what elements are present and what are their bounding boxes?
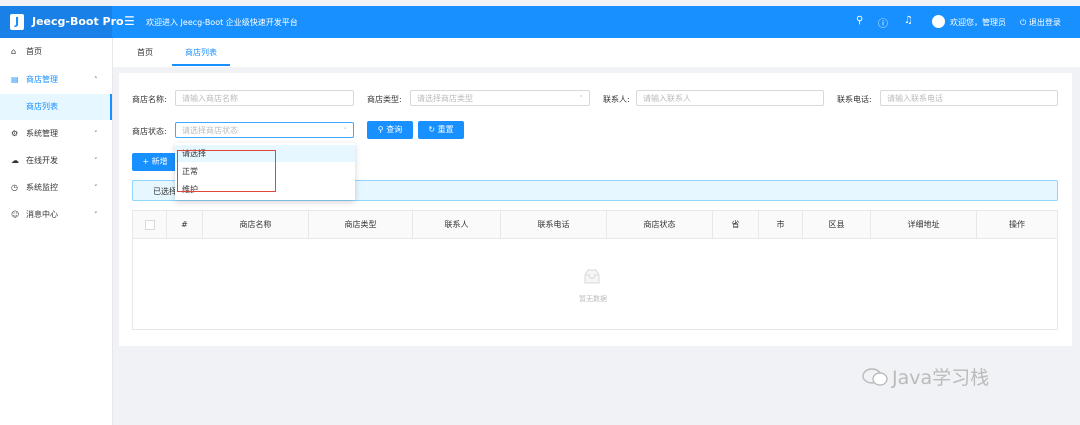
chevron-down-icon: ˅ (94, 211, 98, 219)
sidebar-item-system-management[interactable]: ⚙ 系统管理 ˅ (0, 121, 112, 147)
search-icon: ⚲ (377, 125, 384, 134)
contact-input[interactable]: 请输入联系人 (636, 90, 824, 106)
select-all-checkbox[interactable] (133, 211, 167, 238)
user-greeting[interactable]: 欢迎您，管理员 (950, 17, 1006, 28)
shop-name-label: 商店名称: (132, 95, 167, 104)
shop-status-select[interactable]: 请选择商店状态 ˄ (175, 122, 354, 138)
table-column-header: 市 (759, 211, 803, 238)
add-button-label: 新增 (151, 157, 168, 166)
sidebar-item-home[interactable]: ⌂ 首页 (0, 39, 112, 65)
empty-text: 暂无数据 (579, 295, 607, 303)
table-column-header: 详细地址 (871, 211, 977, 238)
logo-icon: J (10, 14, 24, 30)
table-column-header: 操作 (1009, 220, 1025, 229)
query-button[interactable]: ⚲ 查询 (367, 121, 413, 139)
table-column-header: 联系电话 (501, 211, 607, 238)
avatar[interactable] (932, 15, 945, 28)
gear-icon: ⚙ (11, 129, 19, 138)
shop-type-select[interactable]: 请选择商店类型 ˅ (410, 90, 590, 106)
list-icon: ▤ (11, 75, 19, 84)
tab-bar: 首页 商店列表 (113, 38, 1080, 67)
sidebar-item-label: 商店管理 (26, 75, 58, 84)
tab-shop-list[interactable]: 商店列表 (185, 47, 217, 58)
sidebar-item-label: 首页 (26, 47, 42, 56)
sidebar-item-shop-management[interactable]: ▤ 商店管理 ˄ (0, 67, 112, 93)
table-column-header: 联系人 (413, 211, 501, 238)
shop-name-input[interactable]: 请输入商店名称 (175, 90, 354, 106)
clock-icon: ◷ (11, 183, 18, 192)
shop-status-placeholder: 请选择商店状态 (182, 126, 238, 135)
sidebar-item-label: 在线开发 (26, 156, 58, 165)
table-column-header: # (167, 211, 203, 238)
chevron-up-icon: ˄ (94, 76, 98, 84)
sidebar-item-label: 消息中心 (26, 210, 58, 219)
shop-status-label: 商店状态: (132, 127, 167, 136)
help-icon[interactable]: ⓘ (878, 15, 888, 30)
home-icon: ⌂ (11, 47, 17, 56)
sidebar-item-shop-list[interactable]: 商店列表 (0, 94, 112, 120)
empty-box-icon (584, 269, 600, 284)
phone-label: 联系电话: (837, 95, 872, 104)
menu-toggle-icon[interactable]: ☰ (124, 14, 135, 28)
shop-type-label: 商店类型: (367, 95, 402, 104)
logout-label: 退出登录 (1028, 18, 1061, 27)
sidebar: ⌂ 首页 ▤ 商店管理 ˄ 商店列表 ⚙ 系统管理 ˅ ☁ 在线开发 ˅ ◷ 系… (0, 38, 113, 425)
active-indicator (110, 94, 112, 120)
chevron-down-icon: ˅ (94, 184, 98, 192)
app-name: Jeecg-Boot Pro (32, 15, 124, 28)
logout-icon: ⏻ (1020, 18, 1027, 27)
sidebar-item-label: 系统管理 (26, 129, 58, 138)
add-button[interactable]: + 新增 (132, 153, 178, 171)
logout-button[interactable]: ⏻ 退出登录 (1020, 17, 1061, 28)
watermark-text: Java学习栈 (892, 367, 990, 389)
chevron-down-icon: ˅ (94, 157, 98, 165)
phone-input[interactable]: 请输入联系电话 (880, 90, 1058, 106)
contact-label: 联系人: (603, 95, 630, 104)
table-column-header: 商店状态 (607, 211, 713, 238)
wechat-logo-icon (862, 368, 888, 386)
tab-home[interactable]: 首页 (137, 47, 153, 58)
refresh-icon: ↻ (428, 125, 436, 134)
table-column-header: 省 (713, 211, 759, 238)
data-table: # 商店名称 商店类型 联系人 联系电话 商店状态 省 市 区县 详细地址 操作… (132, 210, 1058, 330)
active-tab-underline (172, 64, 230, 66)
chevron-down-icon: ˅ (579, 95, 584, 103)
search-icon[interactable]: ⚲ (856, 15, 863, 26)
plus-icon: + (142, 157, 150, 166)
reset-button[interactable]: ↻ 重置 (418, 121, 464, 139)
chevron-down-icon: ˅ (94, 130, 98, 138)
sidebar-item-online-dev[interactable]: ☁ 在线开发 ˅ (0, 148, 112, 174)
sidebar-item-message-center[interactable]: ☺ 消息中心 ˅ (0, 202, 112, 228)
cloud-icon: ☁ (11, 156, 19, 165)
table-header: # 商店名称 商店类型 联系人 联系电话 商店状态 省 市 区县 详细地址 操作 (133, 211, 1057, 239)
chevron-up-icon: ˄ (343, 127, 348, 135)
shop-type-placeholder: 请选择商店类型 (417, 94, 473, 103)
welcome-text: 欢迎进入 Jeecg-Boot 企业级快速开发平台 (146, 18, 298, 27)
table-column-header: 商店类型 (309, 211, 413, 238)
sidebar-item-label: 商店列表 (26, 102, 58, 111)
table-column-header: 区县 (803, 211, 871, 238)
reset-button-label: 重置 (437, 125, 454, 134)
sidebar-item-label: 系统监控 (26, 183, 58, 192)
table-column-header: 商店名称 (203, 211, 309, 238)
alert-text: 已选择 (153, 187, 177, 196)
message-icon: ☺ (11, 210, 20, 219)
highlight-annotation-box (177, 150, 276, 192)
bell-icon[interactable]: ♫ (904, 15, 913, 26)
query-button-label: 查询 (386, 125, 403, 134)
sidebar-item-system-monitor[interactable]: ◷ 系统监控 ˅ (0, 175, 112, 201)
top-header-bar: J Jeecg-Boot Pro ☰ 欢迎进入 Jeecg-Boot 企业级快速… (0, 6, 1080, 38)
logo-area[interactable]: J Jeecg-Boot Pro (0, 6, 124, 38)
